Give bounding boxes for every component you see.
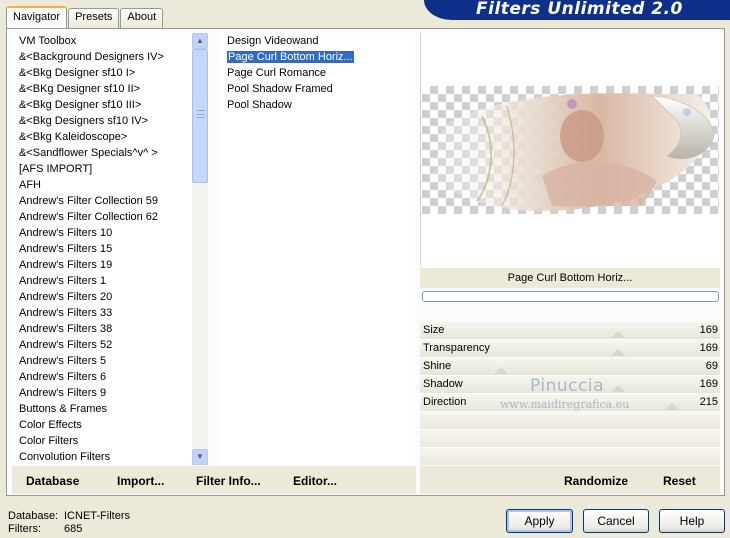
category-item[interactable]: &<Bkg Designer sf10 III> bbox=[12, 97, 208, 113]
slider-value: 169 bbox=[699, 378, 718, 390]
category-item[interactable]: Andrew's Filters 52 bbox=[12, 337, 208, 353]
slider-thumb-icon[interactable] bbox=[494, 367, 508, 374]
filter-item[interactable]: Design Videowand bbox=[219, 33, 415, 49]
filter-item-label: Page Curl Bottom Horiz... bbox=[226, 50, 355, 64]
filter-item-label: Page Curl Romance bbox=[227, 67, 327, 79]
filters-label: Filters: bbox=[8, 523, 41, 535]
tab-strip: Navigator Presets About bbox=[6, 6, 164, 28]
editor-button[interactable]: Editor... bbox=[293, 474, 337, 488]
slider-value: 169 bbox=[699, 324, 718, 336]
slider-value: 169 bbox=[699, 342, 718, 354]
category-item[interactable]: Andrew's Filters 19 bbox=[12, 257, 208, 273]
filters-count: 685 bbox=[64, 523, 83, 535]
tab-about[interactable]: About bbox=[120, 8, 164, 28]
scroll-thumb[interactable] bbox=[192, 49, 208, 183]
category-item[interactable]: &<Background Designers IV> bbox=[12, 49, 208, 65]
slider-thumb-icon[interactable] bbox=[611, 331, 625, 338]
apply-button[interactable]: Apply bbox=[506, 509, 573, 533]
category-item[interactable]: Buttons & Frames bbox=[12, 401, 208, 417]
help-button[interactable]: Help bbox=[659, 509, 725, 533]
filter-item-label: Design Videowand bbox=[227, 35, 319, 47]
category-item[interactable]: Andrew's Filter Collection 59 bbox=[12, 193, 208, 209]
watermark-name: Pinuccia bbox=[530, 376, 604, 396]
category-item[interactable]: &<BKg Designer sf10 II> bbox=[12, 81, 208, 97]
left-toolbar: Database Import... Filter Info... Editor… bbox=[12, 466, 416, 494]
slider-value: 215 bbox=[699, 396, 718, 408]
slider-transparency[interactable]: Transparency 169 bbox=[420, 340, 720, 358]
category-list[interactable]: VM Toolbox &<Background Designers IV> &<Bk… bbox=[12, 33, 208, 465]
category-item[interactable]: Andrew's Filters 33 bbox=[12, 305, 208, 321]
category-item[interactable]: VM Toolbox bbox=[12, 33, 208, 49]
slider-label: Transparency bbox=[423, 342, 490, 354]
category-item[interactable]: &<Bkg Designers sf10 IV> bbox=[12, 113, 208, 129]
category-item[interactable]: Color Effects bbox=[12, 417, 208, 433]
import-button[interactable]: Import... bbox=[117, 474, 164, 488]
filter-item-label: Pool Shadow bbox=[227, 99, 292, 111]
category-item[interactable]: Andrew's Filters 20 bbox=[12, 289, 208, 305]
database-label: Database: bbox=[8, 510, 59, 522]
right-toolbar: Randomize Reset bbox=[420, 466, 720, 494]
filter-info-button[interactable]: Filter Info... bbox=[196, 474, 261, 488]
slider-size[interactable]: Size 169 bbox=[420, 322, 720, 340]
slider-shine[interactable]: Shine 69 bbox=[420, 358, 720, 376]
category-item[interactable]: Andrew's Filters 38 bbox=[12, 321, 208, 337]
database-value: ICNET-Filters bbox=[64, 510, 130, 522]
empty-slider-row bbox=[420, 448, 720, 466]
category-item[interactable]: [AFS IMPORT] bbox=[12, 161, 208, 177]
slider-value: 69 bbox=[705, 360, 718, 372]
empty-slider-row bbox=[420, 412, 720, 430]
watermark-url: www.maidiregrafica.eu bbox=[500, 398, 630, 411]
page-curl-preview-image bbox=[432, 93, 715, 211]
category-item[interactable]: Andrew's Filters 6 bbox=[12, 369, 208, 385]
slider-label: Direction bbox=[423, 396, 467, 408]
filter-item[interactable]: Pool Shadow Framed bbox=[219, 81, 415, 97]
slider-thumb-icon[interactable] bbox=[611, 385, 625, 392]
slider-thumb-icon[interactable] bbox=[611, 349, 625, 356]
filter-list[interactable]: Design Videowand Page Curl Bottom Horiz..… bbox=[219, 33, 415, 465]
category-item[interactable]: Andrew's Filters 15 bbox=[12, 241, 208, 257]
slider-thumb-icon[interactable] bbox=[665, 403, 679, 410]
filter-item-label: Pool Shadow Framed bbox=[227, 83, 333, 95]
progress-bar bbox=[422, 291, 719, 302]
slider-label: Shadow bbox=[423, 378, 463, 390]
database-button[interactable]: Database bbox=[26, 474, 79, 488]
slider-label: Shine bbox=[423, 360, 452, 372]
category-item[interactable]: Andrew's Filters 1 bbox=[12, 273, 208, 289]
filter-item[interactable]: Page Curl Bottom Horiz... bbox=[219, 49, 415, 65]
cancel-button[interactable]: Cancel bbox=[583, 509, 649, 533]
banner-title: Filters Unlimited 2.0 bbox=[476, 0, 683, 19]
category-item[interactable]: Andrew's Filters 5 bbox=[12, 353, 208, 369]
category-item[interactable]: &<Sandflower Specials^v^ > bbox=[12, 145, 208, 161]
category-scrollbar[interactable]: ▲ ▼ bbox=[192, 33, 208, 465]
scroll-up-icon[interactable]: ▲ bbox=[192, 33, 208, 49]
category-item[interactable]: Andrew's Filter Collection 62 bbox=[12, 209, 208, 225]
grip-icon bbox=[197, 110, 205, 118]
category-item[interactable]: Color Filters bbox=[12, 433, 208, 449]
scroll-down-icon[interactable]: ▼ bbox=[192, 449, 208, 465]
category-item[interactable]: &<Bkg Designer sf10 I> bbox=[12, 65, 208, 81]
filter-item[interactable]: Page Curl Romance bbox=[219, 65, 415, 81]
category-item[interactable]: Andrew's Filters 9 bbox=[12, 385, 208, 401]
filter-item[interactable]: Pool Shadow bbox=[219, 97, 415, 113]
category-item[interactable]: AFH bbox=[12, 177, 208, 193]
category-item[interactable]: Convolution Filters bbox=[12, 449, 208, 465]
randomize-button[interactable]: Randomize bbox=[564, 474, 628, 488]
category-item[interactable]: &<Bkg Kaleidoscope> bbox=[12, 129, 208, 145]
tab-presets[interactable]: Presets bbox=[68, 8, 120, 28]
slider-label: Size bbox=[423, 324, 445, 336]
tab-navigator[interactable]: Navigator bbox=[6, 6, 68, 28]
preview-filter-name: Page Curl Bottom Horiz... bbox=[420, 268, 720, 288]
category-item[interactable]: Andrew's Filters 10 bbox=[12, 225, 208, 241]
reset-button[interactable]: Reset bbox=[663, 474, 696, 488]
empty-slider-row bbox=[420, 430, 720, 448]
